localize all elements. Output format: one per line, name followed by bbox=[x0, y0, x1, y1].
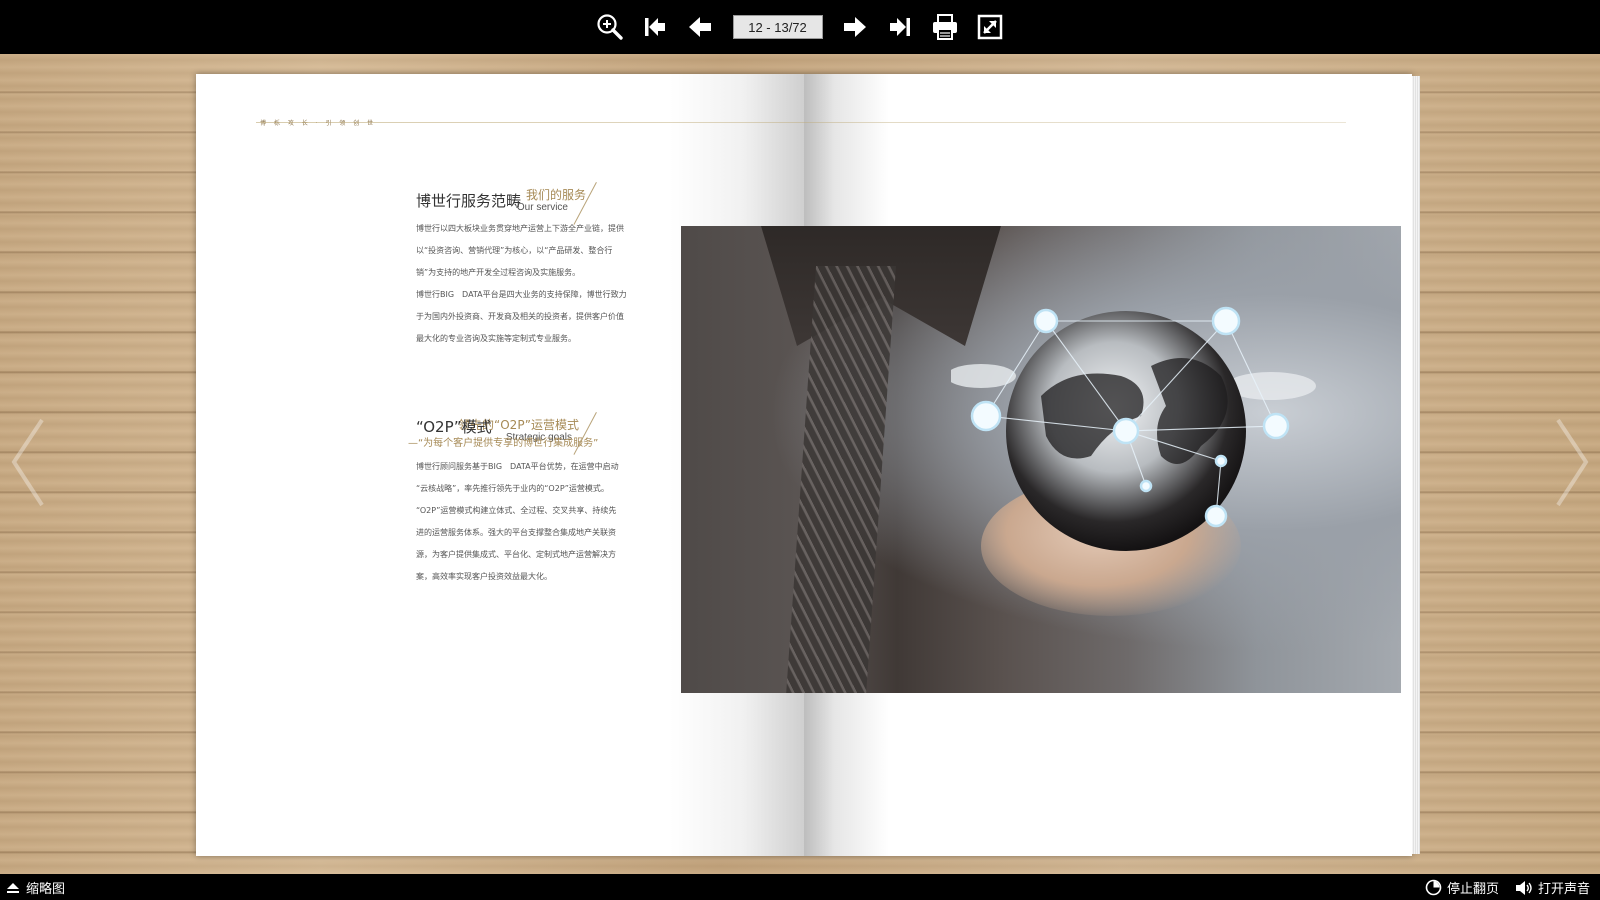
section1-title-en: Our service bbox=[516, 202, 568, 213]
section2-line: 进的运营服务体系。强大的平台支撑整合集成地产关联资 bbox=[416, 528, 616, 537]
sound-toggle-button[interactable]: 打开声音 bbox=[1515, 878, 1590, 897]
last-page-button[interactable] bbox=[878, 7, 923, 47]
prev-page-button[interactable] bbox=[678, 7, 723, 47]
section1-heading: 博世行服务范畴 bbox=[416, 192, 522, 210]
section2-line: “云核战略”，率先推行领先于业内的“O2P”运营模式。 bbox=[416, 484, 609, 493]
side-prev-arrow-icon[interactable] bbox=[8, 415, 48, 510]
section1-line: 博世行以四大板块业务贯穿地产运营上下游全产业链，提供 bbox=[416, 224, 624, 233]
print-button[interactable] bbox=[923, 7, 968, 47]
page-indicator[interactable]: 12 - 13/72 bbox=[732, 15, 823, 39]
timer-icon bbox=[1425, 879, 1442, 896]
stop-flip-label: 停止翻页 bbox=[1446, 882, 1499, 897]
section1-line: 以“投资咨询、营销代理”为核心，以“产品研发、整合行 bbox=[416, 246, 613, 255]
zoom-in-button[interactable] bbox=[588, 7, 633, 47]
eject-up-icon bbox=[7, 882, 19, 893]
bottom-controls: 停止翻页 打开声音 bbox=[1425, 878, 1590, 897]
prev-page-icon bbox=[689, 17, 711, 37]
thumbnails-label: 缩略图 bbox=[26, 882, 66, 897]
print-icon bbox=[933, 14, 957, 40]
top-toolbar: 12 - 13/72 bbox=[0, 0, 1600, 54]
businessman-globe-photo bbox=[681, 226, 1401, 693]
section2-line: 博世行顾问服务基于BIG DATA平台优势，在运营中启动 bbox=[416, 462, 619, 471]
section1-line: 于为国内外投资商、开发商及相关的投资者，提供客户价值 bbox=[416, 312, 624, 321]
stop-flip-button[interactable]: 停止翻页 bbox=[1425, 878, 1499, 897]
section1-line: 博世行BIG DATA平台是四大业务的支持保障，博世行致力 bbox=[416, 290, 627, 299]
first-page-icon bbox=[645, 18, 665, 36]
section1-line: 销”为支持的地产开发全过程咨询及实施服务。 bbox=[416, 268, 581, 277]
side-next-arrow-icon[interactable] bbox=[1552, 415, 1592, 510]
section2-line: 案，高效率实现客户投资效益最大化。 bbox=[416, 572, 552, 581]
thumbnails-button[interactable]: 缩略图 bbox=[6, 878, 65, 897]
section1-body: 博世行以四大板块业务贯穿地产运营上下游全产业链，提供 以“投资咨询、营销代理”为… bbox=[416, 218, 646, 350]
fullscreen-icon bbox=[977, 14, 1003, 40]
section2-body: 博世行顾问服务基于BIG DATA平台优势，在运营中启动 “云核战略”，率先推行… bbox=[416, 456, 646, 588]
sound-label: 打开声音 bbox=[1537, 882, 1590, 897]
section2-line: “O2P”运营模式构建立体式、全过程、交叉共享、持续先 bbox=[416, 506, 617, 515]
page-stack-edge bbox=[1412, 76, 1420, 854]
header-rule bbox=[256, 122, 1346, 123]
last-page-icon bbox=[890, 18, 910, 36]
section2-line: 源，为客户提供集成式、平台化、定制式地产运营解决方 bbox=[416, 550, 616, 559]
section1-line: 最大化的专业咨询及实施等定制式专业服务。 bbox=[416, 334, 576, 343]
bottom-bar: 缩略图 停止翻页 打开声音 bbox=[0, 874, 1600, 900]
zoom-in-icon bbox=[597, 14, 623, 40]
next-page-button[interactable] bbox=[833, 7, 878, 47]
speaker-icon bbox=[1515, 880, 1532, 895]
first-page-button[interactable] bbox=[633, 7, 678, 47]
fullscreen-button[interactable] bbox=[968, 7, 1013, 47]
section1-title-cn: 我们的服务 bbox=[525, 188, 586, 202]
globe-network-icon bbox=[951, 306, 1316, 551]
section2-subheading: —“为每个客户提供专享的博世行集成服务” bbox=[408, 438, 599, 449]
next-page-icon bbox=[844, 17, 866, 37]
